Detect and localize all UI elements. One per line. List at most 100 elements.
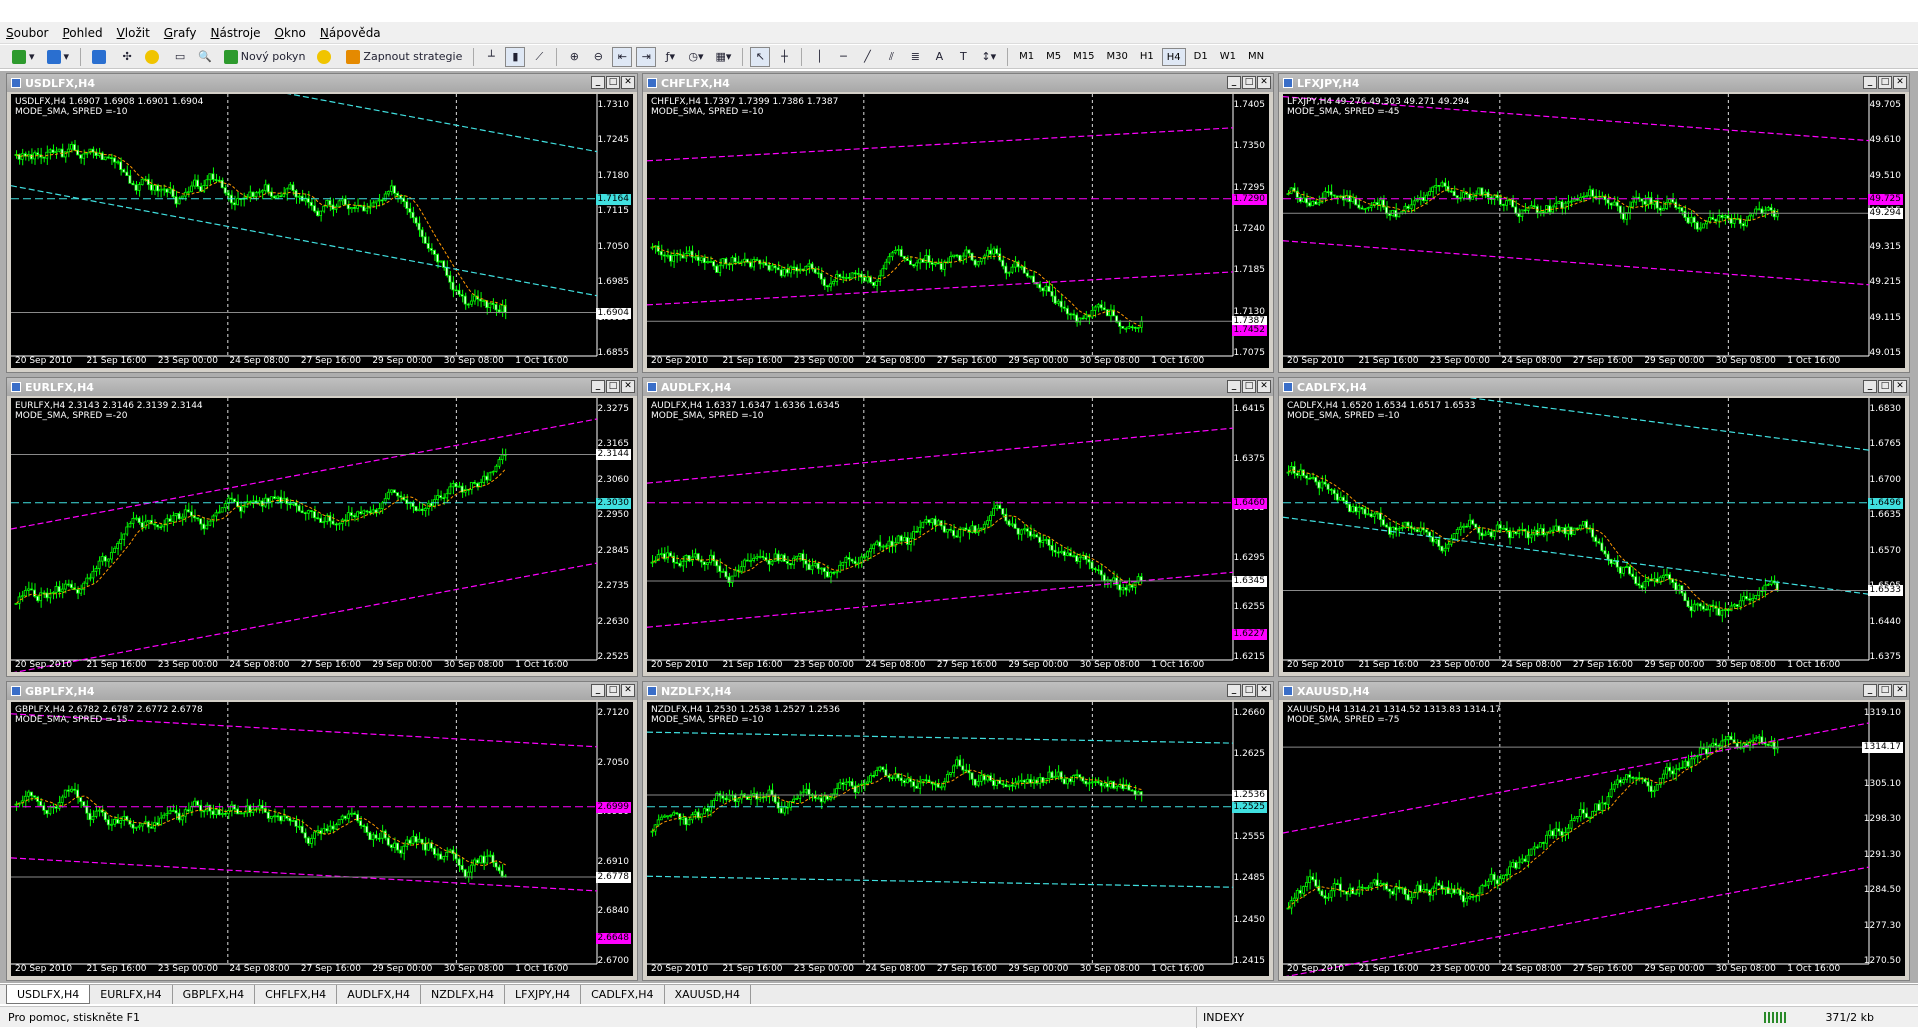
close-button[interactable]: ✕ — [1257, 76, 1271, 89]
chart-window[interactable]: NZDLFX,H4 _ □ ✕ NZDLFX,H4 1.2530 1.2538 1.25… — [642, 681, 1274, 981]
timeframe-m30[interactable]: M30 — [1103, 48, 1132, 66]
timeframe-d1[interactable]: D1 — [1190, 48, 1212, 66]
chart-window[interactable]: EURLFX,H4 _ □ ✕ EURLFX,H4 2.3143 2.3146 2.31… — [6, 377, 638, 677]
chart-tab[interactable]: LFXJPY,H4 — [505, 985, 582, 1004]
chart-titlebar[interactable]: LFXJPY,H4 _ □ ✕ — [1279, 74, 1909, 92]
chart-plot-area[interactable]: CHFLFX,H4 1.7397 1.7399 1.7386 1.7387 MOD… — [647, 94, 1269, 368]
close-button[interactable]: ✕ — [621, 380, 635, 393]
market-watch-button[interactable] — [88, 47, 113, 67]
strategies-button[interactable]: Zapnout strategie — [342, 47, 466, 67]
templates-button[interactable]: ▦▾ — [711, 47, 735, 67]
close-button[interactable]: ✕ — [1893, 76, 1907, 89]
chart-window[interactable]: CADLFX,H4 _ □ ✕ CADLFX,H4 1.6520 1.6534 1.65… — [1278, 377, 1910, 677]
metaeditor-button[interactable] — [313, 47, 338, 67]
bar-chart-button[interactable]: ┴ — [481, 47, 501, 67]
minimize-button[interactable]: _ — [591, 380, 605, 393]
close-button[interactable]: ✕ — [1257, 684, 1271, 697]
chart-window[interactable]: USDLFX,H4 _ □ ✕ USDLFX,H4 1.6907 1.6908 1.69… — [6, 73, 638, 373]
menu-view[interactable]: Pohled — [62, 26, 102, 40]
close-button[interactable]: ✕ — [1893, 684, 1907, 697]
chart-tab[interactable]: XAUUSD,H4 — [665, 985, 751, 1004]
close-button[interactable]: ✕ — [1257, 380, 1271, 393]
maximize-button[interactable]: □ — [1878, 380, 1892, 393]
chart-titlebar[interactable]: USDLFX,H4 _ □ ✕ — [7, 74, 637, 92]
zoom-in-button[interactable]: ⊕ — [564, 47, 584, 67]
maximize-button[interactable]: □ — [1242, 76, 1256, 89]
equidistant-channel-button[interactable]: ⫽ — [881, 47, 901, 67]
text-label-button[interactable]: T — [953, 47, 973, 67]
chart-plot-area[interactable]: NZDLFX,H4 1.2530 1.2538 1.2527 1.2536 MOD… — [647, 702, 1269, 976]
timeframe-h1[interactable]: H1 — [1136, 48, 1158, 66]
chart-titlebar[interactable]: CHFLFX,H4 _ □ ✕ — [643, 74, 1273, 92]
close-button[interactable]: ✕ — [1893, 380, 1907, 393]
chart-plot-area[interactable]: CADLFX,H4 1.6520 1.6534 1.6517 1.6533 MOD… — [1283, 398, 1905, 672]
menu-charts[interactable]: Grafy — [164, 26, 197, 40]
fibonacci-button[interactable]: ≣ — [905, 47, 925, 67]
chart-window[interactable]: AUDLFX,H4 _ □ ✕ AUDLFX,H4 1.6337 1.6347 1.63… — [642, 377, 1274, 677]
chart-tab[interactable]: AUDLFX,H4 — [337, 985, 421, 1004]
timeframe-mn[interactable]: MN — [1244, 48, 1268, 66]
indicators-button[interactable]: ƒ▾ — [660, 47, 680, 67]
timeframe-m5[interactable]: M5 — [1042, 48, 1065, 66]
chart-plot-area[interactable]: USDLFX,H4 1.6907 1.6908 1.6901 1.6904 MOD… — [11, 94, 633, 368]
minimize-button[interactable]: _ — [591, 76, 605, 89]
chart-titlebar[interactable]: EURLFX,H4 _ □ ✕ — [7, 378, 637, 396]
chart-titlebar[interactable]: GBPLFX,H4 _ □ ✕ — [7, 682, 637, 700]
minimize-button[interactable]: _ — [1227, 684, 1241, 697]
chart-titlebar[interactable]: NZDLFX,H4 _ □ ✕ — [643, 682, 1273, 700]
chart-tab[interactable]: GBPLFX,H4 — [173, 985, 256, 1004]
zoom-out-button[interactable]: ⊖ — [588, 47, 608, 67]
close-button[interactable]: ✕ — [621, 684, 635, 697]
minimize-button[interactable]: _ — [1863, 684, 1877, 697]
menu-file[interactable]: Soubor — [6, 26, 48, 40]
data-window-button[interactable]: ✣ — [117, 47, 137, 67]
chart-plot-area[interactable]: GBPLFX,H4 2.6782 2.6787 2.6772 2.6778 MOD… — [11, 702, 633, 976]
periods-button[interactable]: ◷▾ — [684, 47, 707, 67]
chart-shift-button[interactable]: ⇥ — [636, 46, 657, 67]
chart-window[interactable]: GBPLFX,H4 _ □ ✕ GBPLFX,H4 2.6782 2.6787 2.67… — [6, 681, 638, 981]
chart-tab[interactable]: CHFLFX,H4 — [255, 985, 338, 1004]
status-profile[interactable]: INDEXY — [1196, 1007, 1250, 1028]
maximize-button[interactable]: □ — [606, 76, 620, 89]
timeframe-m15[interactable]: M15 — [1069, 48, 1098, 66]
minimize-button[interactable]: _ — [591, 684, 605, 697]
horizontal-line-button[interactable]: ─ — [833, 47, 853, 67]
autoscroll-button[interactable]: ⇤ — [612, 46, 633, 67]
chart-titlebar[interactable]: CADLFX,H4 _ □ ✕ — [1279, 378, 1909, 396]
candlestick-button[interactable]: ▮ — [505, 46, 526, 67]
chart-tab[interactable]: CADLFX,H4 — [581, 985, 665, 1004]
minimize-button[interactable]: _ — [1863, 380, 1877, 393]
minimize-button[interactable]: _ — [1227, 380, 1241, 393]
chart-titlebar[interactable]: XAUUSD,H4 _ □ ✕ — [1279, 682, 1909, 700]
maximize-button[interactable]: □ — [1878, 76, 1892, 89]
navigator-button[interactable] — [141, 47, 166, 67]
profiles-button[interactable]: ▾ — [43, 47, 74, 67]
chart-plot-area[interactable]: EURLFX,H4 2.3143 2.3146 2.3139 2.3144 MOD… — [11, 398, 633, 672]
minimize-button[interactable]: _ — [1863, 76, 1877, 89]
chart-tab[interactable]: USDLFX,H4 — [6, 985, 91, 1004]
arrows-button[interactable]: ↕▾ — [977, 47, 1000, 67]
tester-button[interactable]: 🔍 — [194, 47, 216, 67]
trendline-button[interactable]: ╱ — [857, 47, 877, 67]
terminal-button[interactable]: ▭ — [170, 47, 190, 67]
new-chart-button[interactable]: ▾ — [8, 47, 39, 67]
chart-tab[interactable]: EURLFX,H4 — [90, 985, 173, 1004]
chart-window[interactable]: XAUUSD,H4 _ □ ✕ XAUUSD,H4 1314.21 1314.52 13… — [1278, 681, 1910, 981]
maximize-button[interactable]: □ — [1242, 380, 1256, 393]
chart-tab[interactable]: NZDLFX,H4 — [421, 985, 505, 1004]
chart-plot-area[interactable]: AUDLFX,H4 1.6337 1.6347 1.6336 1.6345 MOD… — [647, 398, 1269, 672]
chart-window[interactable]: CHFLFX,H4 _ □ ✕ CHFLFX,H4 1.7397 1.7399 1.73… — [642, 73, 1274, 373]
menu-insert[interactable]: Vložit — [117, 26, 150, 40]
crosshair-button[interactable]: ┼ — [774, 47, 794, 67]
new-order-button[interactable]: Nový pokyn — [220, 47, 310, 67]
cursor-button[interactable]: ↖ — [750, 46, 771, 67]
menu-help[interactable]: Nápověda — [320, 26, 381, 40]
close-button[interactable]: ✕ — [621, 76, 635, 89]
vertical-line-button[interactable]: │ — [809, 47, 829, 67]
line-chart-button[interactable]: ⟋ — [529, 47, 549, 67]
maximize-button[interactable]: □ — [606, 380, 620, 393]
menu-tools[interactable]: Nástroje — [211, 26, 261, 40]
timeframe-w1[interactable]: W1 — [1216, 48, 1240, 66]
minimize-button[interactable]: _ — [1227, 76, 1241, 89]
maximize-button[interactable]: □ — [606, 684, 620, 697]
